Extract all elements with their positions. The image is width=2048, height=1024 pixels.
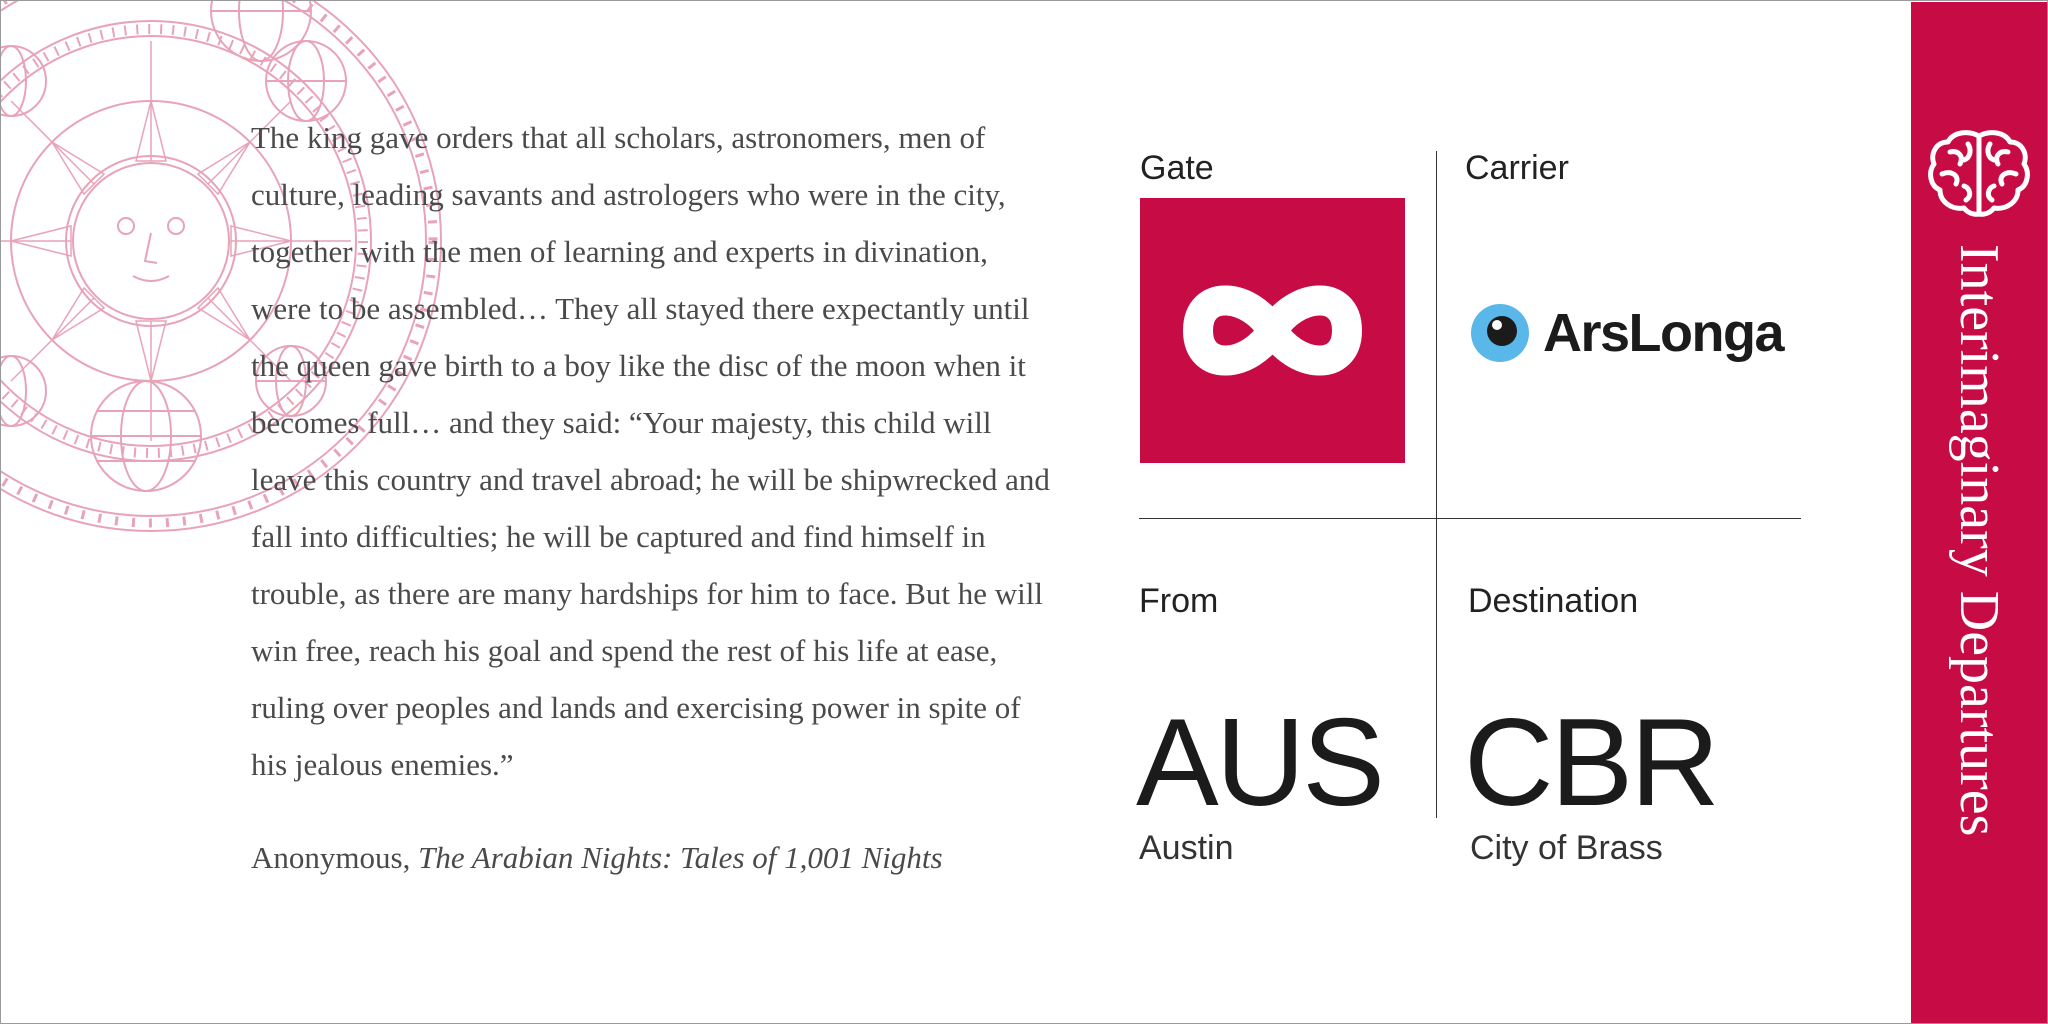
quote-text: The king gave orders that all scholars, …: [251, 120, 1050, 782]
quote-work-title: The Arabian Nights: Tales of 1,001 Night…: [418, 840, 943, 875]
infinity-icon: [1183, 285, 1362, 376]
carrier-name: ArsLonga: [1543, 303, 1785, 363]
gate-box: [1140, 198, 1405, 463]
gate-label: Gate: [1140, 149, 1214, 187]
sidebar-title: Interimaginary Departures: [1948, 244, 2010, 837]
quote-attribution: Anonymous, The Arabian Nights: Tales of …: [251, 829, 1051, 886]
destination-code: CBR: [1464, 694, 1720, 832]
destination-city: City of Brass: [1470, 829, 1663, 867]
from-label: From: [1139, 582, 1219, 620]
brain-icon: [1928, 130, 2030, 217]
from-city: Austin: [1139, 829, 1234, 867]
carrier-label: Carrier: [1465, 149, 1569, 187]
quote-block: The king gave orders that all scholars, …: [251, 109, 1051, 886]
from-code: AUS: [1136, 694, 1385, 832]
divider-vertical-top: [1436, 151, 1437, 518]
destination-label: Destination: [1468, 582, 1639, 620]
sidebar-banner: Interimaginary Departures: [1911, 2, 2047, 1023]
carrier-logo: ArsLonga: [1471, 293, 1785, 373]
ticket-card: The king gave orders that all scholars, …: [0, 0, 2048, 1024]
quote-author: Anonymous,: [251, 840, 411, 875]
eye-icon: [1471, 304, 1529, 362]
divider-horizontal: [1139, 518, 1801, 519]
divider-vertical-bottom: [1436, 518, 1437, 818]
